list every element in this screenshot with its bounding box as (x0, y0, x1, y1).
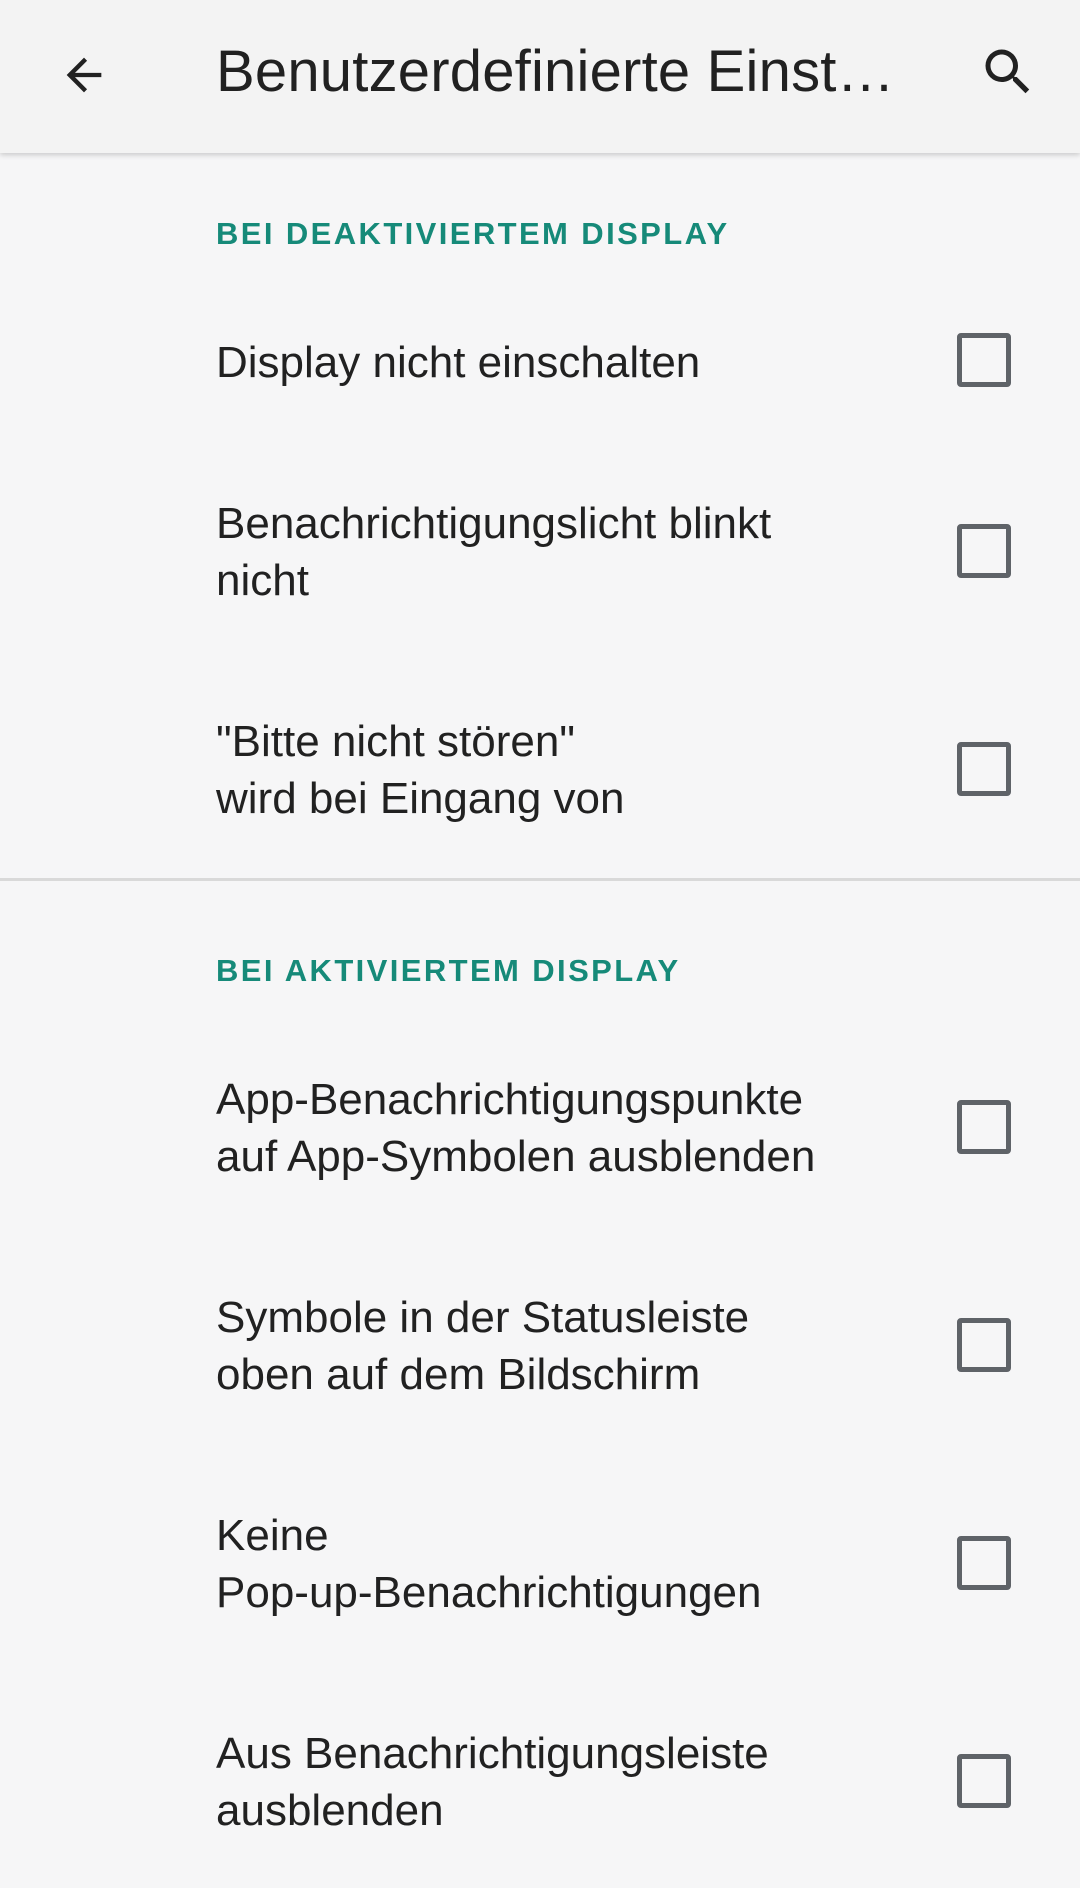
setting-label: App-Benachrichtigungspunkte auf App-Symb… (216, 1075, 816, 1181)
search-button[interactable] (960, 24, 1056, 120)
setting-checkbox[interactable] (957, 333, 1011, 387)
section-header-display-on: BEI AKTIVIERTEM DISPLAY (216, 953, 681, 988)
app-bar: Benutzerdefinierte Einstellungen (0, 0, 1080, 153)
section-divider (0, 878, 1080, 881)
arrow-back-icon (66, 57, 102, 93)
setting-row-notification-dots[interactable]: App-Benachrichtigungspunkte auf App-Symb… (0, 1066, 1080, 1186)
setting-label: Symbole in der Statusleiste oben auf dem… (216, 1293, 750, 1399)
search-icon (985, 49, 1030, 94)
setting-label: Aus Benachrichtigungsleiste ausblenden (216, 1729, 769, 1835)
setting-row-display-not-on[interactable]: Display nicht einschalten (0, 320, 1080, 440)
setting-checkbox[interactable] (957, 524, 1011, 578)
setting-checkbox[interactable] (957, 1754, 1011, 1808)
setting-label: Keine Pop-up-Benachrichtigungen (216, 1511, 762, 1617)
setting-checkbox[interactable] (957, 1318, 1011, 1372)
page-title: Benutzerdefinierte Einstellungen (216, 39, 916, 104)
back-button[interactable] (36, 27, 132, 123)
setting-label: "Bitte nicht stören" wird bei Eingang vo… (216, 717, 625, 823)
setting-checkbox[interactable] (957, 742, 1011, 796)
setting-label: Benachrichtigungslicht blinkt nicht (216, 499, 772, 605)
setting-row-dnd[interactable]: "Bitte nicht stören" wird bei Eingang vo… (0, 708, 1080, 828)
setting-checkbox[interactable] (957, 1100, 1011, 1154)
setting-row-no-popups[interactable]: Keine Pop-up-Benachrichtigungen (0, 1502, 1080, 1622)
setting-row-light-no-blink[interactable]: Benachrichtigungslicht blinkt nicht (0, 490, 1080, 610)
setting-row-statusbar-icons[interactable]: Symbole in der Statusleiste oben auf dem… (0, 1284, 1080, 1404)
setting-checkbox[interactable] (957, 1536, 1011, 1590)
section-header-display-off: BEI DEAKTIVIERTEM DISPLAY (216, 216, 730, 251)
setting-row-hide-from-shade[interactable]: Aus Benachrichtigungsleiste ausblenden (0, 1720, 1080, 1840)
setting-label: Display nicht einschalten (216, 338, 701, 387)
